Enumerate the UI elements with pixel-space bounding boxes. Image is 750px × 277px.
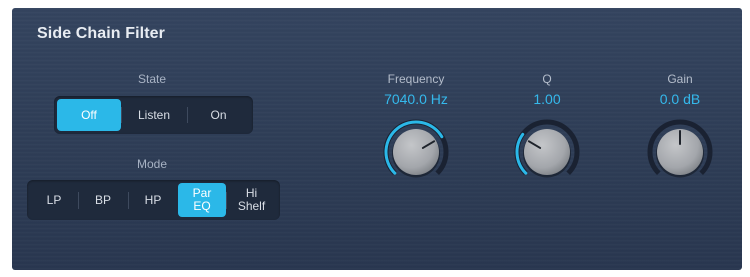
- q-value: 1.00: [533, 91, 561, 107]
- mode-bp-button[interactable]: BP: [78, 183, 128, 217]
- panel-title: Side Chain Filter: [37, 25, 165, 42]
- q-label: Q: [542, 72, 552, 86]
- state-on-button[interactable]: On: [187, 99, 250, 131]
- state-off-button[interactable]: Off: [57, 99, 121, 131]
- gain-value: 0.0 dB: [659, 91, 701, 107]
- side-chain-filter-panel: Side Chain Filter State Off Listen On Mo…: [12, 8, 742, 270]
- frequency-knob-graphic: [383, 119, 449, 178]
- gain-label: Gain: [667, 72, 693, 86]
- frequency-value: 7040.0 Hz: [384, 91, 448, 107]
- q-knob[interactable]: [510, 115, 584, 189]
- mode-hp-button[interactable]: HP: [128, 183, 178, 217]
- q-knob-graphic: [514, 119, 580, 178]
- mode-par-eq-button[interactable]: Par EQ: [178, 183, 226, 217]
- mode-segmented-control: LP BP HP Par EQ Hi Shelf: [27, 180, 280, 220]
- state-segmented-control: Off Listen On: [54, 96, 253, 134]
- frequency-label: Frequency: [387, 72, 445, 86]
- frequency-knob-body: [393, 129, 439, 175]
- mode-label: Mode: [136, 157, 168, 171]
- frequency-knob[interactable]: [379, 115, 453, 189]
- mode-hi-shelf-button[interactable]: Hi Shelf: [226, 183, 277, 217]
- state-label: State: [137, 72, 167, 86]
- q-knob-body: [524, 129, 570, 175]
- gain-knob-graphic: [647, 119, 713, 178]
- mode-lp-button[interactable]: LP: [30, 183, 78, 217]
- gain-knob[interactable]: [643, 115, 717, 189]
- state-listen-button[interactable]: Listen: [121, 99, 187, 131]
